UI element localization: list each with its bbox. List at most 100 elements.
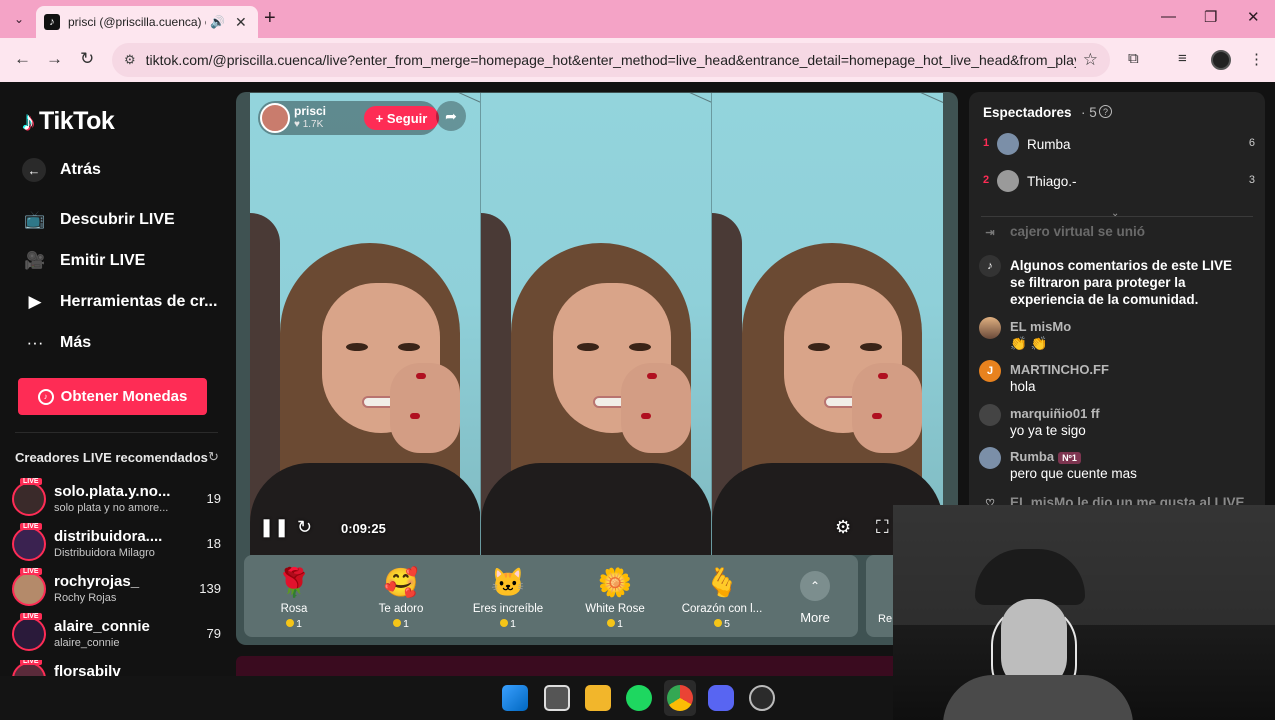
creator-item[interactable]: LIVE alaire_connie alaire_connie 79 xyxy=(12,613,227,655)
chat-username[interactable]: marquiñio01 ff xyxy=(1010,406,1100,421)
minimize-icon[interactable]: — xyxy=(1161,8,1176,25)
live-badge: LIVE xyxy=(20,478,42,485)
play-circle-icon: ▶ xyxy=(28,292,42,311)
live-video[interactable]: prisci ♥ 1.7K + Seguir ➦ ❚❚ ↻ 0:09:25 ⚙ … xyxy=(250,93,943,555)
gift-item[interactable]: 🌹 Rosa 1 xyxy=(244,555,344,637)
chat-text: pero que cuente mas xyxy=(1010,466,1137,481)
chrome-icon[interactable] xyxy=(667,685,693,711)
tiktok-note-icon: ♪ xyxy=(979,255,1001,277)
coin-icon: ♪ xyxy=(37,388,54,405)
new-tab-button[interactable]: + xyxy=(264,8,276,28)
forward-arrow-icon[interactable]: → xyxy=(46,49,63,69)
start-icon[interactable] xyxy=(502,685,528,711)
back-arrow-icon: ← xyxy=(22,158,46,182)
sidebar-item-more[interactable]: ··· Más xyxy=(22,333,92,353)
chat-avatar xyxy=(979,447,1001,469)
fullscreen-icon[interactable]: ⛶ xyxy=(876,517,889,538)
settings-icon[interactable]: ⚙ xyxy=(835,517,851,538)
coin-icon xyxy=(286,619,295,627)
back-nav-item[interactable]: ← Atrás xyxy=(22,158,101,182)
creator-subtitle: solo plata y no amore... xyxy=(54,502,169,514)
finger-heart-icon: 🫰 xyxy=(704,567,740,598)
gift-price: 1 xyxy=(565,618,665,630)
profile-avatar[interactable] xyxy=(1211,50,1231,70)
obs-icon[interactable] xyxy=(749,685,775,711)
gift-item[interactable]: 🐱 Eres increíble 1 xyxy=(458,555,558,637)
cat-icon: 🐱 xyxy=(490,567,526,598)
streamer-avatar[interactable] xyxy=(260,103,290,133)
viewer-row[interactable]: 2 Thiago.- 3 xyxy=(983,169,1255,193)
streamer-name[interactable]: prisci xyxy=(294,104,326,118)
gift-item[interactable]: 🥰 Te adoro 1 xyxy=(351,555,451,637)
get-coins-label: Obtener Monedas xyxy=(60,388,188,405)
follow-button[interactable]: + Seguir xyxy=(364,106,439,130)
creator-name: rochyrojas_ xyxy=(54,573,140,590)
creator-avatar xyxy=(12,482,46,516)
more-gifts-button[interactable]: More xyxy=(788,610,842,625)
gift-bar: 🌹 Rosa 1 🥰 Te adoro 1 🐱 Eres increíble 1… xyxy=(244,555,858,637)
viewer-avatar xyxy=(997,170,1019,192)
creator-item[interactable]: LIVE distribuidora.... Distribuidora Mil… xyxy=(12,523,227,565)
creator-item[interactable]: LIVE solo.plata.y.no... solo plata y no … xyxy=(12,478,227,520)
system-text: Algunos comentarios de este LIVE se filt… xyxy=(1010,258,1233,307)
viewer-name: Thiago.- xyxy=(1027,174,1077,189)
get-coins-button[interactable]: ♪ Obtener Monedas xyxy=(18,378,207,415)
chevron-down-icon[interactable]: ⌄ xyxy=(1111,208,1119,219)
gift-item[interactable]: 🫰 Corazón con l... 5 xyxy=(672,555,772,637)
sidebar-item-label: Herramientas de cr... xyxy=(60,293,218,310)
window-close-icon[interactable]: ✕ xyxy=(1247,8,1260,26)
gift-name: White Rose xyxy=(585,603,645,615)
tiktok-note-icon: ♪ xyxy=(22,106,35,136)
replay-icon[interactable]: ↻ xyxy=(297,517,312,538)
chat-username[interactable]: MARTINCHO.FF xyxy=(1010,362,1109,377)
restore-icon[interactable]: ❐ xyxy=(1204,8,1217,26)
refresh-icon[interactable]: ↻ xyxy=(208,449,219,465)
creator-avatar xyxy=(12,617,46,651)
back-arrow-icon[interactable]: ← xyxy=(14,49,31,69)
creator-item[interactable]: LIVE rochyrojas_ Rochy Rojas 139 xyxy=(12,568,227,610)
chat-message[interactable]: EL misMo 👏 👏 xyxy=(979,317,1255,357)
chat-username[interactable]: EL misMo xyxy=(1010,319,1071,334)
site-info-icon[interactable]: ⚙ xyxy=(124,52,136,68)
chrome-menu-icon[interactable]: ⋮ xyxy=(1249,50,1264,68)
tab-search-icon[interactable]: ⌄ xyxy=(8,8,30,30)
streamer-info[interactable]: prisci ♥ 1.7K + Seguir xyxy=(258,101,439,135)
gift-name: Te adoro xyxy=(378,603,424,615)
media-control-icon[interactable]: ≡ xyxy=(1178,50,1187,67)
share-icon[interactable]: ➦ xyxy=(436,101,466,131)
chat-message[interactable]: J MARTINCHO.FF hola xyxy=(979,360,1255,400)
viewer-row[interactable]: 1 Rumba 6 xyxy=(983,132,1255,156)
sidebar-item-go-live[interactable]: 🎥 Emitir LIVE xyxy=(22,251,145,271)
close-tab-icon[interactable]: ✕ xyxy=(235,14,247,31)
chat-message[interactable]: marquiñio01 ff yo ya te sigo xyxy=(979,404,1255,444)
viewer-name: Rumba xyxy=(1027,137,1071,152)
viewers-title: Espectadores xyxy=(983,105,1072,120)
spotify-icon[interactable] xyxy=(626,685,652,711)
chat-username[interactable]: Rumba Nº1 xyxy=(1010,449,1081,464)
url-text[interactable]: tiktok.com/@priscilla.cuenca/live?enter_… xyxy=(146,52,1076,68)
reload-icon[interactable]: ↻ xyxy=(80,49,94,69)
speaker-icon[interactable]: 🔊 xyxy=(210,15,225,29)
file-explorer-icon[interactable] xyxy=(585,685,611,711)
discord-icon[interactable] xyxy=(708,685,734,711)
bookmark-star-icon[interactable]: ☆ xyxy=(1083,50,1098,70)
chat-avatar: J xyxy=(979,360,1001,382)
creator-item[interactable]: LIVE florsabilv xyxy=(12,660,227,676)
creator-viewer-count: 18 xyxy=(206,536,221,551)
creator-avatar xyxy=(12,527,46,561)
sidebar-item-creator-tools[interactable]: ▶ Herramientas de cr... xyxy=(22,292,217,312)
gift-item[interactable]: 🌼 White Rose 1 xyxy=(565,555,665,637)
address-bar[interactable]: ⚙ tiktok.com/@priscilla.cuenca/live?ente… xyxy=(112,43,1110,77)
tiktok-logo[interactable]: ♪ TikTok xyxy=(22,106,115,137)
task-view-icon[interactable] xyxy=(544,685,570,711)
sidebar-item-discover-live[interactable]: 📺 Descubrir LIVE xyxy=(22,210,174,230)
chevron-up-icon[interactable]: ⌃ xyxy=(800,571,830,601)
pause-icon[interactable]: ❚❚ xyxy=(259,517,289,538)
help-icon[interactable]: ? xyxy=(1099,105,1112,118)
extensions-icon[interactable]: ⧉ xyxy=(1128,50,1139,67)
coin-icon xyxy=(607,619,616,627)
chat-text: yo ya te sigo xyxy=(1010,423,1086,438)
chat-message[interactable]: Rumba Nº1 pero que cuente mas xyxy=(979,447,1255,487)
gift-name: Rosa xyxy=(280,603,308,615)
browser-tab[interactable]: ♪ prisci (@priscilla.cuenca) est 🔊 ✕ xyxy=(36,6,258,38)
